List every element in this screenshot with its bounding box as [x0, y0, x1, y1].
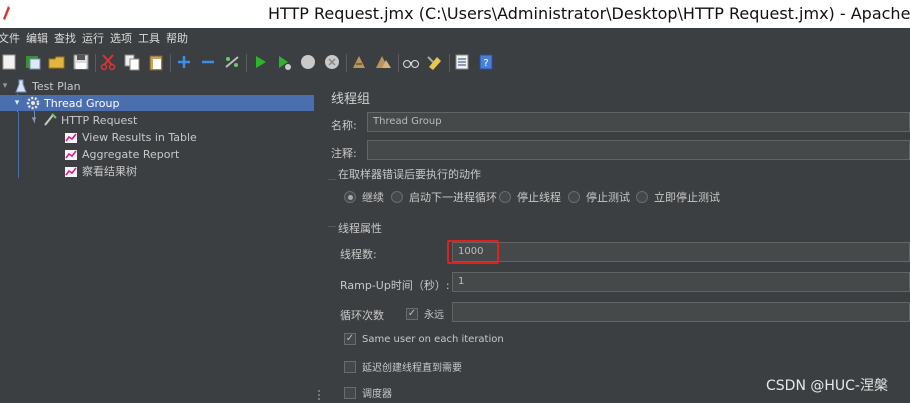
thread-props-title: 线程属性 — [338, 222, 382, 235]
menu-bar: 文件 编辑 查找 运行 选项 工具 帮助 — [0, 28, 910, 48]
rampup-field[interactable]: 1 — [452, 272, 910, 292]
delay-thread-creation-checkbox[interactable]: 延迟创建线程直到需要 — [344, 359, 462, 374]
loop-count-label: 循环次数 — [340, 309, 384, 322]
listener-icon — [64, 147, 78, 161]
tree-item-test-plan[interactable]: ▾ Test Plan — [0, 78, 314, 94]
menu-options[interactable]: 选项 — [110, 30, 138, 46]
start-no-pause-icon[interactable] — [275, 53, 293, 71]
tree-item-label: Thread Group — [44, 96, 120, 110]
name-field[interactable]: Thread Group — [367, 112, 910, 132]
chevron-down-icon[interactable]: ▾ — [29, 115, 39, 125]
comment-label: 注释: — [331, 147, 357, 160]
toggle-icon[interactable] — [223, 53, 241, 71]
menu-run[interactable]: 运行 — [82, 30, 110, 46]
radio-stop-test-now[interactable]: 立即停止测试 — [636, 189, 720, 205]
toolbar: ? — [0, 48, 910, 78]
reset-search-icon[interactable] — [426, 53, 444, 71]
tree-item-label: Test Plan — [32, 79, 81, 93]
title-bar: HTTP Request.jmx (C:\Users\Administrator… — [0, 0, 910, 28]
checkmark-icon[interactable]: ✓ — [344, 333, 356, 345]
new-icon[interactable] — [0, 53, 18, 71]
jmeter-feather-icon — [3, 6, 10, 20]
threads-label: 线程数: — [340, 248, 377, 261]
copy-icon[interactable] — [123, 53, 141, 71]
tree-item-aggregate-report[interactable]: Aggregate Report — [64, 146, 179, 162]
expand-icon[interactable] — [175, 53, 193, 71]
radio-dot[interactable] — [344, 191, 356, 203]
svg-text:?: ? — [483, 58, 488, 69]
radio-dot[interactable] — [391, 191, 403, 203]
checkmark-icon[interactable]: ✓ — [406, 307, 418, 320]
radio-dot[interactable] — [568, 191, 580, 203]
tree-item-view-results-tree[interactable]: 察看结果树 — [64, 163, 137, 179]
tree-item-label: 察看结果树 — [82, 165, 137, 178]
tree-item-view-results-table[interactable]: View Results in Table — [64, 129, 197, 145]
radio-dot[interactable] — [499, 191, 511, 203]
radio-start-next-loop[interactable]: 启动下一进程循环 — [391, 189, 497, 205]
chevron-down-icon[interactable]: ▾ — [0, 81, 10, 91]
checkbox-box[interactable] — [344, 360, 356, 373]
checkbox-box[interactable] — [344, 386, 356, 399]
listener-icon — [64, 164, 78, 178]
scheduler-checkbox[interactable]: 调度器 — [344, 385, 392, 400]
split-pane-divider[interactable] — [314, 78, 324, 403]
shutdown-icon[interactable] — [323, 53, 341, 71]
comment-field[interactable] — [367, 140, 910, 160]
thread-group-panel: 线程组 名称: Thread Group 注释: 在取样器错误后要执行的动作 继… — [324, 78, 910, 403]
menu-edit[interactable]: 编辑 — [26, 30, 54, 46]
radio-stop-test[interactable]: 停止测试 — [568, 189, 630, 205]
gear-icon — [26, 96, 40, 110]
radio-continue[interactable]: 继续 — [344, 189, 384, 205]
clear-icon[interactable] — [350, 53, 368, 71]
save-icon[interactable] — [72, 53, 90, 71]
tree-item-http-request[interactable]: ▾ HTTP Request — [0, 112, 314, 128]
tree-item-label: HTTP Request — [61, 113, 138, 127]
name-label: 名称: — [331, 119, 357, 132]
sampler-icon — [43, 113, 57, 127]
function-helper-icon[interactable] — [453, 53, 471, 71]
menu-file[interactable]: 文件 — [0, 30, 26, 46]
window-title: HTTP Request.jmx (C:\Users\Administrator… — [268, 4, 910, 23]
paste-icon[interactable] — [147, 53, 165, 71]
collapse-icon[interactable] — [199, 53, 217, 71]
search-icon[interactable] — [402, 53, 420, 71]
menu-tools[interactable]: 工具 — [138, 30, 166, 46]
loop-count-field[interactable] — [452, 302, 910, 322]
test-plan-tree: ▾ Test Plan ▾ Thread Group ▾ HTTP Reques… — [0, 78, 314, 403]
radio-dot[interactable] — [636, 191, 648, 203]
radio-stop-thread[interactable]: 停止线程 — [499, 189, 561, 205]
cut-icon[interactable] — [99, 53, 117, 71]
start-icon[interactable] — [251, 53, 269, 71]
page-title: 线程组 — [331, 92, 371, 107]
help-icon[interactable]: ? — [477, 53, 495, 71]
error-action-title: 在取样器错误后要执行的动作 — [338, 168, 481, 181]
chevron-down-icon[interactable]: ▾ — [12, 98, 22, 108]
tree-item-thread-group[interactable]: ▾ Thread Group — [0, 95, 314, 111]
open-icon[interactable] — [48, 53, 66, 71]
menu-help[interactable]: 帮助 — [166, 30, 194, 46]
tree-item-label: Aggregate Report — [82, 147, 180, 161]
listener-icon — [64, 130, 78, 144]
csdn-watermark: CSDN @HUC-涅槃 — [766, 378, 888, 394]
clear-all-icon[interactable] — [374, 53, 392, 71]
same-user-checkbox[interactable]: ✓ Same user on each iteration — [344, 333, 504, 345]
rampup-label: Ramp-Up时间（秒）: — [340, 279, 450, 292]
stop-icon[interactable] — [299, 53, 317, 71]
test-plan-icon — [14, 79, 28, 93]
highlight-box — [447, 240, 499, 264]
threads-field[interactable]: 1000 — [452, 242, 910, 262]
forever-checkbox[interactable]: ✓ 永远 — [406, 306, 444, 321]
tree-item-label: View Results in Table — [82, 130, 197, 144]
templates-icon[interactable] — [24, 53, 42, 71]
menu-search[interactable]: 查找 — [54, 30, 82, 46]
